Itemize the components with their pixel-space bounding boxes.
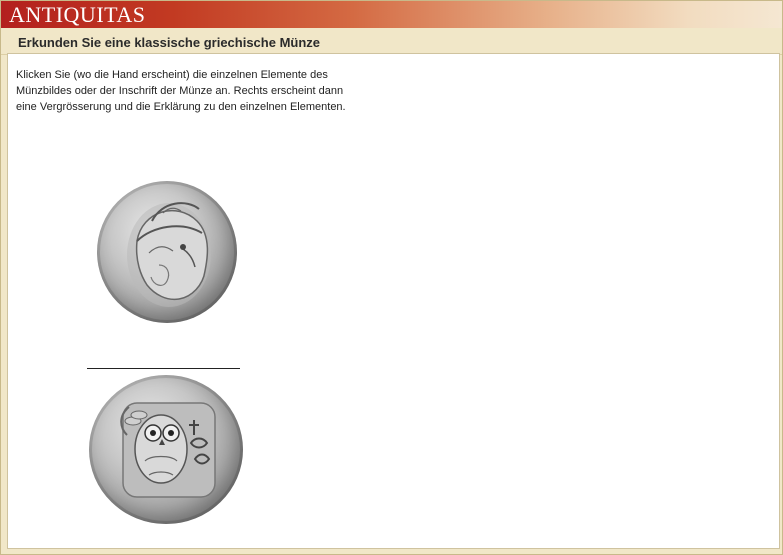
page-title: Erkunden Sie eine klassische griechische… bbox=[18, 35, 321, 50]
coin-reverse-owl-icon[interactable] bbox=[89, 375, 243, 524]
content-panel: Klicken Sie (wo die Hand erscheint) die … bbox=[7, 53, 780, 549]
athena-head-icon[interactable] bbox=[97, 181, 237, 323]
app-window: ANTIQUITAS Erkunden Sie eine klassische … bbox=[0, 0, 783, 555]
divider-line bbox=[87, 368, 240, 369]
top-banner: ANTIQUITAS bbox=[1, 1, 782, 28]
owl-icon[interactable] bbox=[89, 375, 243, 524]
coin-obverse-athena-icon[interactable] bbox=[97, 181, 237, 323]
app-logo: ANTIQUITAS bbox=[9, 2, 146, 27]
instructions-text: Klicken Sie (wo die Hand erscheint) die … bbox=[16, 69, 346, 113]
subtitle-bar: Erkunden Sie eine klassische griechische… bbox=[1, 28, 782, 55]
